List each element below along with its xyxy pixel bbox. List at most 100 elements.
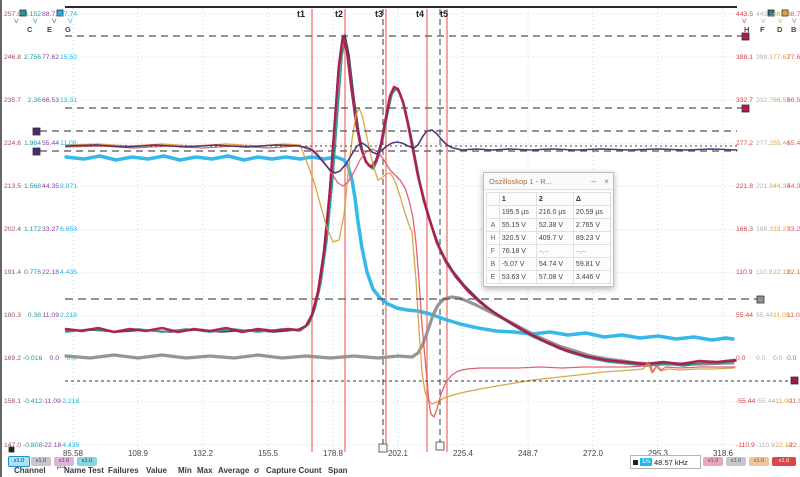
- popup-row: 195.5 µs 216.0 µs 20.59 µs: [486, 205, 612, 219]
- column-header-name[interactable]: Name: [64, 466, 86, 475]
- popup-cell: 57.08 V: [535, 270, 574, 284]
- axis-value: 1.964: [23, 139, 41, 147]
- freq-marker-icon: [633, 459, 638, 465]
- t-cursor-label-4[interactable]: t4: [416, 9, 424, 19]
- frequency-readout[interactable]: 1/s 48.57 kHz: [630, 455, 701, 469]
- axis-value: 0.0: [49, 355, 59, 363]
- x-cursor-handle-2[interactable]: [435, 441, 445, 451]
- popup-row: B -5.07 V 54.74 V 59.81 V: [486, 257, 612, 271]
- axis-value: 202.4: [3, 226, 21, 233]
- axis-value: 2.36: [27, 96, 41, 104]
- column-header-value[interactable]: Value: [146, 466, 167, 475]
- measurement-popup[interactable]: Oszilloskop 1 - R... – × 1 2 Δ 195.5 µs 216.…: [483, 172, 614, 287]
- axis-value: -2.218: [60, 398, 80, 406]
- t-cursor-label-5[interactable]: t5: [440, 9, 448, 19]
- scale-badge[interactable]: x1.0: [54, 457, 74, 466]
- axis-value: 8.871: [60, 182, 78, 190]
- popup-title: Oszilloskop 1 - R...: [489, 176, 552, 186]
- x-cursor-handle-1[interactable]: [378, 443, 388, 453]
- channel-letter: B: [791, 25, 797, 34]
- column-header-span[interactable]: Span: [328, 466, 348, 475]
- channel-letter: E: [47, 25, 53, 34]
- scale-badge[interactable]: x1.0: [8, 455, 30, 467]
- channel-letter: G: [65, 25, 71, 34]
- axis-value: 33.27: [773, 226, 791, 233]
- axis-value: 0.0: [787, 355, 797, 363]
- axis-value: 66.53: [42, 96, 60, 104]
- channel-letter: D: [777, 25, 783, 34]
- axis-value: 11.09: [787, 312, 800, 320]
- trace-b-salmon: [65, 145, 736, 418]
- scale-badge[interactable]: x1.0: [749, 457, 769, 466]
- axis-value: 2.756: [23, 53, 41, 61]
- freq-unit-badge: 1/s: [640, 458, 653, 466]
- axis-value: 0.0: [736, 355, 746, 363]
- scale-badge[interactable]: x1.0: [703, 457, 723, 466]
- axis-value: 0.38: [27, 312, 41, 320]
- popup-cell: 20.59 µs: [572, 205, 612, 219]
- axis-value: 277.2: [756, 139, 774, 147]
- popup-cell: B: [486, 257, 500, 271]
- popup-cell: 195.5 µs: [498, 205, 537, 219]
- close-button[interactable]: ×: [600, 177, 613, 186]
- t-cursor-label-2[interactable]: t2: [335, 9, 343, 19]
- axis-value: 66.53: [773, 96, 791, 104]
- axis-value: -0.016: [23, 355, 43, 363]
- cursor-handle-h1[interactable]: [741, 32, 750, 41]
- popup-row: E 53.63 V 57.08 V 3.446 V: [486, 270, 612, 284]
- popup-cell: -5.07 V: [498, 257, 537, 271]
- column-header-failures[interactable]: Failures: [108, 466, 139, 475]
- popup-cell: 55.15 V: [498, 218, 537, 232]
- axis-value: 221.8: [756, 182, 774, 190]
- scale-badge[interactable]: x1.0: [77, 457, 97, 466]
- axis-value: 55.44: [42, 139, 60, 147]
- axis-value: 44.35: [787, 182, 800, 190]
- column-header-σ[interactable]: σ: [254, 466, 259, 475]
- popup-cell: 89.23 V: [572, 231, 612, 245]
- popup-cell: [486, 205, 500, 219]
- cursor-handle-e2[interactable]: [32, 147, 41, 156]
- t-cursor-label-1[interactable]: t1: [297, 9, 305, 19]
- popup-cell: 54.74 V: [535, 257, 574, 271]
- axis-unit: V: [14, 18, 19, 25]
- minimize-button[interactable]: –: [587, 177, 600, 186]
- popup-cell: –,–: [535, 244, 574, 258]
- axis-value: 388.1: [756, 53, 774, 61]
- t-cursor-label-3[interactable]: t3: [375, 9, 383, 19]
- trace-d-orange: [65, 107, 735, 405]
- column-header-capture-count[interactable]: Capture Count: [266, 466, 322, 475]
- column-header-min[interactable]: Min: [178, 466, 192, 475]
- axis-value: -110.9: [736, 441, 755, 449]
- axis-value: 166.3: [736, 226, 754, 233]
- popup-cell: 52.38 V: [535, 218, 574, 232]
- popup-titlebar[interactable]: Oszilloskop 1 - R... – ×: [484, 173, 613, 190]
- scale-badge[interactable]: x1.0: [726, 457, 746, 466]
- popup-col-header: [486, 192, 500, 206]
- x-axis-label: 132.2: [192, 449, 214, 458]
- axis-value: 44.35: [773, 182, 791, 190]
- axis-value: 66.53: [787, 96, 800, 104]
- column-header-max[interactable]: Max: [197, 466, 213, 475]
- axis-value: 1.568: [23, 182, 41, 190]
- axis-value: -55.44: [756, 398, 776, 406]
- x-axis-label: 202.1: [387, 449, 409, 458]
- cursor-handle-b[interactable]: [790, 376, 799, 385]
- axis-value: 55.44: [736, 312, 754, 320]
- axis-value: -0.808: [23, 441, 43, 449]
- freq-value: 48.57 kHz: [654, 457, 688, 467]
- column-header-channel[interactable]: Channel: [14, 466, 46, 475]
- plot-top-border: [65, 6, 737, 8]
- cursor-handle-e1[interactable]: [32, 127, 41, 136]
- cursor-handle-f[interactable]: [756, 295, 765, 304]
- popup-cell: 216.0 µs: [535, 205, 574, 219]
- cursor-handle-h2[interactable]: [741, 104, 750, 113]
- axis-value: 55.44: [756, 312, 774, 320]
- scale-badge[interactable]: x1.0: [31, 457, 51, 466]
- channel-letter: H: [744, 25, 750, 34]
- column-header-test[interactable]: Test: [88, 466, 104, 475]
- axis-value: 33.27: [42, 226, 60, 233]
- popup-measurement-table: 1 2 Δ 195.5 µs 216.0 µs 20.59 µs A 55.15 V 52.38…: [486, 192, 612, 284]
- axis-value: 169.2: [3, 355, 21, 363]
- column-header-average[interactable]: Average: [218, 466, 249, 475]
- scale-badge[interactable]: x1.0: [772, 457, 796, 466]
